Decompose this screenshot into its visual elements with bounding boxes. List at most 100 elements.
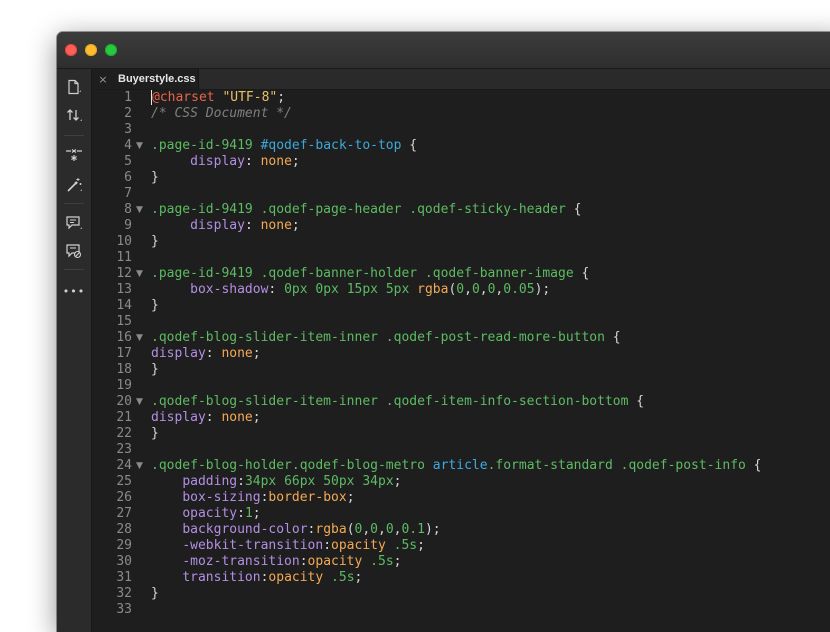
line-number: 15	[116, 314, 132, 329]
code-lines: 1 @charset "UTF-8"; 2 /* CSS Document */ 3 4 ▼…	[92, 90, 830, 618]
new-file-button[interactable]	[57, 75, 91, 99]
line-number: 3	[124, 122, 132, 137]
code-line[interactable]: 28 background-color:rgba(0,0,0,0.1);	[92, 522, 830, 538]
code-token: opacity	[331, 538, 386, 553]
code-token: display	[190, 154, 245, 169]
code-token: ;	[417, 538, 425, 553]
code-line[interactable]: 24 ▼ .qodef-blog-holder.qodef-blog-metro a…	[92, 458, 830, 474]
code-token: :	[323, 538, 332, 553]
code-text: .page-id-9419 .qodef-page-header .qodef-…	[151, 202, 581, 218]
code-text: }	[151, 362, 159, 378]
code-token: ,	[362, 522, 371, 537]
minimize-window-button[interactable]	[85, 44, 97, 56]
uncomment-button[interactable]	[57, 239, 91, 263]
code-text: display: none;	[151, 410, 261, 426]
code-token: none	[260, 154, 292, 169]
code-text: .page-id-9419 .qodef-banner-holder .qode…	[151, 266, 589, 282]
code-token: .qodef-blog-slider-item-inner .qodef-pos…	[151, 330, 605, 345]
code-text: }	[151, 170, 159, 186]
code-line[interactable]: 30 -moz-transition:opacity .5s;	[92, 554, 830, 570]
code-line[interactable]: 9 display: none;	[92, 218, 830, 234]
fold-toggle-icon[interactable]: ▼	[136, 458, 146, 474]
code-token: );	[424, 522, 441, 537]
more-tools-button[interactable]: •••	[57, 279, 91, 303]
code-line[interactable]: 12 ▼ .page-id-9419 .qodef-banner-holder .q…	[92, 266, 830, 282]
code-line[interactable]: 23	[92, 442, 830, 458]
file-transfer-icon	[67, 109, 82, 121]
code-line[interactable]: 16 ▼ .qodef-blog-slider-item-inner .qodef-…	[92, 330, 830, 346]
line-number: 13	[116, 282, 132, 297]
code-token: rgba	[417, 282, 449, 297]
code-line[interactable]: 25 padding:34px 66px 50px 34px;	[92, 474, 830, 490]
code-line[interactable]: 31 transition:opacity .5s;	[92, 570, 830, 586]
code-line[interactable]: 13 box-shadow: 0px 0px 15px 5px rgba(0,0…	[92, 282, 830, 298]
code-token: ,	[479, 282, 488, 297]
line-number: 29	[116, 538, 132, 553]
magic-wand-button[interactable]	[57, 173, 91, 197]
asterisk-code-button[interactable]	[57, 143, 91, 167]
code-line[interactable]: 2 /* CSS Document */	[92, 106, 830, 122]
code-editor[interactable]: 1 @charset "UTF-8"; 2 /* CSS Document */ 3 4 ▼…	[92, 90, 830, 632]
close-tab-icon[interactable]: ×	[96, 73, 110, 86]
code-text: box-shadow: 0px 0px 15px 5px rgba(0,0,0,…	[151, 282, 550, 298]
code-token: opacity	[307, 554, 363, 569]
code-text: .qodef-blog-slider-item-inner .qodef-pos…	[151, 330, 621, 346]
code-line[interactable]: 5 display: none;	[92, 154, 830, 170]
code-token: rgba	[315, 522, 347, 537]
code-line[interactable]: 11	[92, 250, 830, 266]
code-line[interactable]: 18}	[92, 362, 830, 378]
code-line[interactable]: 32}	[92, 586, 830, 602]
code-line[interactable]: 8 ▼ .page-id-9419 .qodef-page-header .qode…	[92, 202, 830, 218]
line-number: 33	[116, 602, 132, 617]
code-line[interactable]: 22}	[92, 426, 830, 442]
file-transfer-button[interactable]	[57, 103, 91, 127]
code-token: ;	[252, 346, 261, 361]
line-number: 32	[116, 586, 132, 601]
tab-buyerstyle-css[interactable]: × Buyerstyle.css	[92, 69, 199, 89]
code-token: );	[534, 282, 551, 297]
code-line[interactable]: 6}	[92, 170, 830, 186]
line-number: 10	[116, 234, 132, 249]
editor-window: ••• × Buyerstyle.css 1 @charset "UTF-8"; 2…	[57, 32, 830, 632]
line-number: 16	[116, 330, 132, 345]
close-window-button[interactable]	[65, 44, 77, 56]
left-toolbar: •••	[57, 69, 92, 632]
fold-toggle-icon[interactable]: ▼	[136, 394, 146, 410]
code-token: {	[565, 202, 582, 217]
comment-icon	[66, 216, 82, 230]
line-number: 25	[116, 474, 132, 489]
code-line[interactable]: 27 opacity:1;	[92, 506, 830, 522]
code-token: }	[151, 362, 159, 377]
fold-toggle-icon[interactable]: ▼	[136, 266, 146, 282]
code-line[interactable]: 26 box-sizing:border-box;	[92, 490, 830, 506]
code-line[interactable]: 17 display: none;	[92, 346, 830, 362]
code-token: article	[432, 458, 488, 473]
code-text: /* CSS Document */	[151, 106, 292, 122]
code-line[interactable]: 15	[92, 314, 830, 330]
line-number: 30	[116, 554, 132, 569]
code-text: .qodef-blog-slider-item-inner .qodef-ite…	[151, 394, 644, 410]
code-line[interactable]: 20 ▼ .qodef-blog-slider-item-inner .qodef-…	[92, 394, 830, 410]
code-token: /* CSS Document */	[151, 106, 292, 121]
code-line[interactable]: 10}	[92, 234, 830, 250]
fold-toggle-icon[interactable]: ▼	[136, 330, 146, 346]
code-line[interactable]: 3	[92, 122, 830, 138]
comment-button[interactable]	[57, 211, 91, 235]
code-line[interactable]: 7	[92, 186, 830, 202]
code-line[interactable]: 4 ▼ .page-id-9419 #qodef-back-to-top {	[92, 138, 830, 154]
fold-toggle-icon[interactable]: ▼	[136, 202, 146, 218]
code-line[interactable]: 21 display: none;	[92, 410, 830, 426]
code-line[interactable]: 19	[92, 378, 830, 394]
new-file-icon	[68, 79, 81, 95]
code-line[interactable]: 1 @charset "UTF-8";	[92, 90, 830, 106]
code-token: box-sizing	[182, 490, 261, 505]
code-line[interactable]: 29 -webkit-transition:opacity .5s;	[92, 538, 830, 554]
maximize-window-button[interactable]	[105, 44, 117, 56]
code-text: transition:opacity .5s;	[151, 570, 362, 586]
code-line[interactable]: 33	[92, 602, 830, 618]
code-line[interactable]: 14}	[92, 298, 830, 314]
fold-toggle-icon[interactable]: ▼	[136, 138, 146, 154]
